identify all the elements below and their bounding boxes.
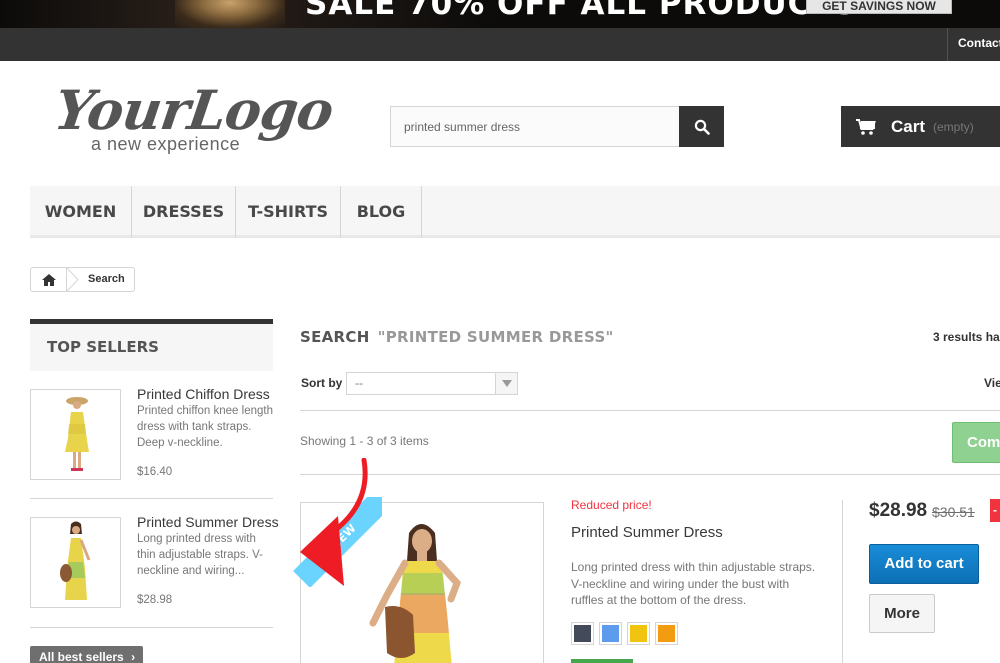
banner-model-image	[175, 0, 285, 28]
breadcrumb-current: Search	[88, 273, 125, 285]
swatch-fill	[574, 625, 591, 642]
search-button[interactable]	[679, 106, 724, 147]
search-input[interactable]: printed summer dress	[390, 106, 680, 147]
divider	[30, 498, 273, 499]
swatch-fill	[630, 625, 647, 642]
product-name[interactable]: Printed Summer Dress	[571, 524, 723, 541]
contact-link[interactable]: Contact	[947, 28, 1000, 61]
all-best-sellers-label: All best sellers	[39, 650, 124, 663]
chevron-down-icon[interactable]	[495, 373, 517, 394]
discount-badge: -	[990, 499, 1000, 522]
top-seller-price-2: $28.98	[137, 594, 173, 606]
stock-indicator	[571, 659, 633, 663]
site-logo[interactable]: YourLogo	[51, 78, 337, 142]
search-heading-query: "PRINTED SUMMER DRESS"	[377, 328, 614, 346]
more-button[interactable]: More	[869, 594, 935, 633]
breadcrumb: Search	[30, 267, 135, 292]
color-swatch[interactable]	[571, 622, 594, 645]
top-seller-name-1[interactable]: Printed Chiffon Dress	[137, 386, 270, 403]
cart-label: Cart	[891, 116, 926, 136]
top-seller-name-2[interactable]: Printed Summer Dress	[137, 514, 279, 531]
results-count: 3 results ha	[933, 330, 1000, 344]
red-arrow-annotation	[300, 458, 368, 586]
dress-yellow-image	[65, 397, 89, 471]
cart-status: (empty)	[933, 119, 974, 134]
product-old-price: $30.51	[932, 504, 975, 520]
divider	[300, 410, 1000, 411]
top-seller-image-1[interactable]	[30, 389, 121, 480]
color-swatch[interactable]	[627, 622, 650, 645]
logo-tagline: a new experience	[91, 134, 241, 154]
search-heading: SEARCH "PRINTED SUMMER DRESS"	[300, 328, 614, 346]
top-seller-desc-1: Printed chiffon knee length dress with t…	[137, 405, 273, 449]
sort-value: --	[355, 376, 363, 390]
menu-item-tshirts[interactable]: T-SHIRTS	[236, 186, 341, 238]
swatch-fill	[602, 625, 619, 642]
view-label: Vie	[984, 376, 1000, 390]
color-swatch[interactable]	[599, 622, 622, 645]
swatch-fill	[658, 625, 675, 642]
divider	[300, 474, 1000, 475]
all-best-sellers-button[interactable]: All best sellers ›	[30, 646, 143, 663]
product-description: Long printed dress with thin adjustable …	[571, 560, 816, 607]
home-icon	[41, 273, 56, 286]
top-seller-image-2[interactable]	[30, 517, 121, 608]
divider	[30, 627, 273, 628]
cart-button[interactable]: Cart (empty)	[841, 106, 1000, 147]
add-to-cart-button[interactable]: Add to cart	[869, 544, 979, 584]
top-sellers-title[interactable]: TOP SELLERS	[30, 319, 273, 371]
compare-button[interactable]: Com	[952, 422, 1000, 463]
top-seller-desc-2: Long printed dress with thin adjustable …	[137, 533, 263, 577]
search-heading-label: SEARCH	[300, 328, 370, 346]
cart-icon	[856, 118, 876, 135]
breadcrumb-separator-icon	[67, 268, 79, 291]
color-swatch[interactable]	[655, 622, 678, 645]
search-icon	[694, 119, 710, 135]
reduced-price-label: Reduced price!	[571, 498, 652, 512]
menu-item-women[interactable]: WOMEN	[30, 186, 132, 238]
top-nav-bar	[0, 28, 1000, 61]
product-price: $28.98	[869, 500, 928, 521]
divider	[842, 500, 843, 663]
top-seller-price-1: $16.40	[137, 466, 173, 478]
promo-banner[interactable]: SALE 70% OFF ALL PRODUCTS GET SAVINGS NO…	[0, 0, 1000, 28]
dress-summer-image	[60, 521, 91, 600]
chevron-right-icon: ›	[131, 650, 136, 663]
sort-label: Sort by	[301, 376, 343, 390]
breadcrumb-home[interactable]	[31, 268, 67, 291]
showing-count: Showing 1 - 3 of 3 items	[300, 434, 429, 448]
menu-item-blog[interactable]: BLOG	[341, 186, 422, 238]
banner-button[interactable]: GET SAVINGS NOW	[806, 0, 952, 14]
menu-item-dresses[interactable]: DRESSES	[132, 186, 236, 238]
banner-text: SALE 70% OFF ALL PRODUCTS	[305, 0, 857, 22]
sort-select[interactable]: --	[346, 372, 518, 395]
